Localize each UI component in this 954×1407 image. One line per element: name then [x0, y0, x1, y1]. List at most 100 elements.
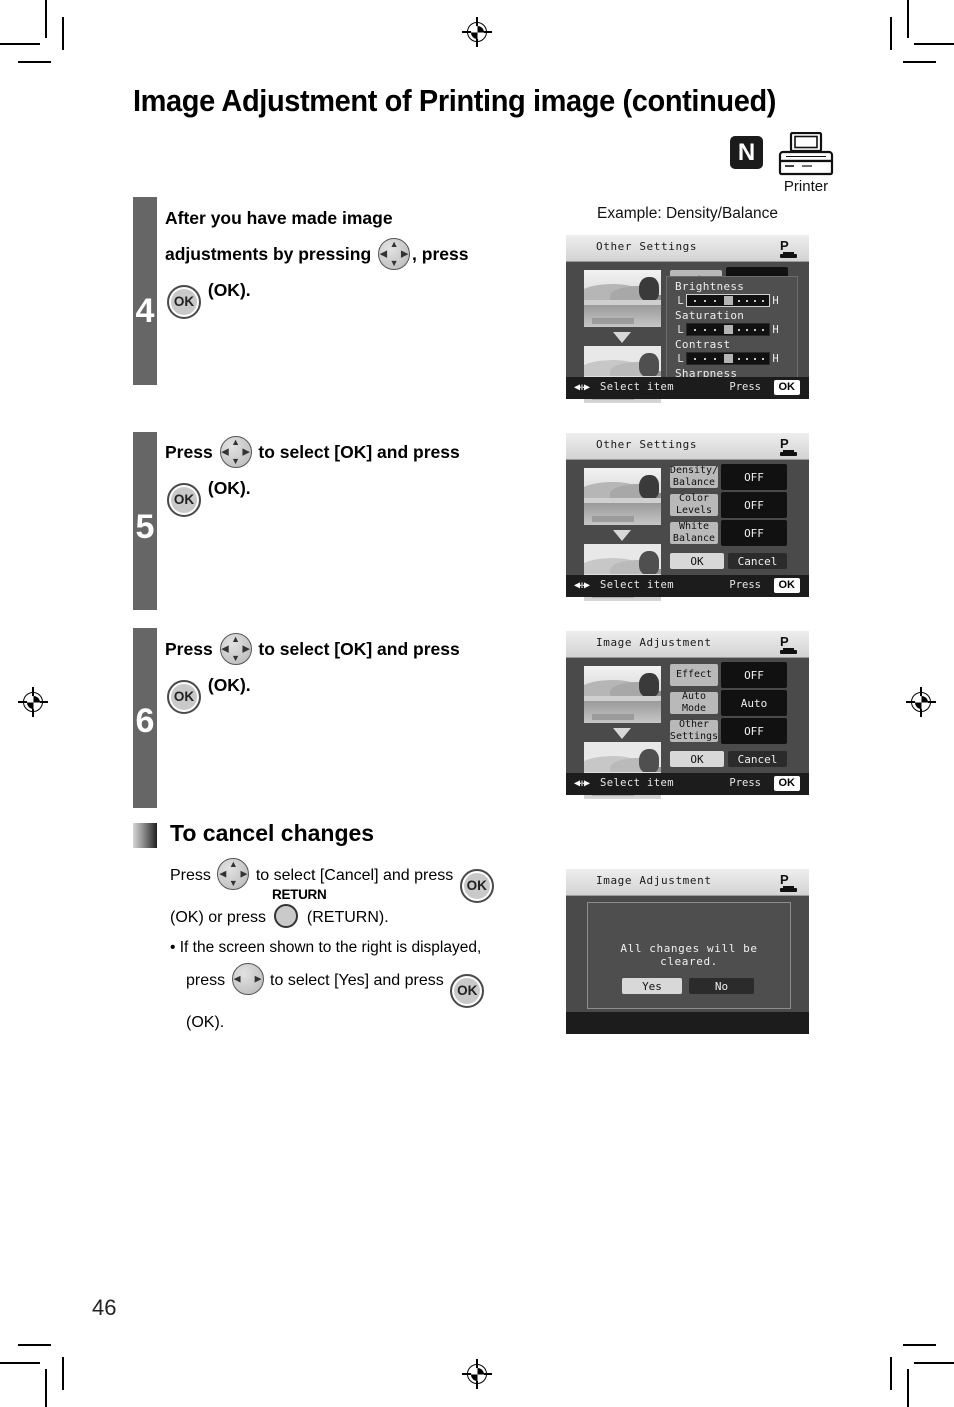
option-label-effect[interactable]: Effect — [670, 664, 718, 686]
slider-track-saturation[interactable] — [686, 323, 770, 336]
step5-line2: OK (OK). — [165, 470, 545, 517]
printer-status-icon: P — [780, 239, 797, 258]
lcd-screen-clear-confirm: Image Adjustment P All changes will be c… — [566, 869, 809, 1034]
left-right-pad-icon[interactable]: ◀ ▶ — [231, 963, 264, 995]
printer-status-icon: P — [780, 437, 797, 456]
printer-label: Printer — [783, 178, 829, 195]
option-value-density-balance[interactable]: OFF — [721, 464, 787, 490]
cancel-section-heading: To cancel changes — [170, 820, 375, 846]
lcd-title: Other Settings — [596, 240, 698, 253]
ok-button-icon[interactable]: OK — [167, 285, 201, 319]
page-title: Image Adjustment of Printing image (cont… — [133, 84, 777, 118]
four-way-pad-icon[interactable]: ▲ ▼ ◀ ▶ — [378, 238, 411, 270]
cancel-line-4: (OK). — [186, 1014, 225, 1031]
slider-low-label: L — [677, 294, 684, 307]
ok-button-icon[interactable]: OK — [167, 680, 201, 714]
cancel-line3-tail: to select [Yes] and press — [270, 972, 444, 989]
step-number-6: 6 — [135, 702, 155, 740]
cancel-section-body: Press ▲ ▼ ◀ ▶ to select [Cancel] and press … — [170, 858, 570, 1038]
page-number: 46 — [92, 1295, 117, 1320]
option-label-auto-mode[interactable]: Auto Mode — [670, 691, 718, 714]
option-label-other-settings[interactable]: Other Settings — [670, 719, 718, 742]
confirm-message: All changes will be cleared. — [620, 942, 758, 968]
option-value-effect[interactable]: OFF — [721, 662, 787, 688]
cancel-line-3: press ◀ ▶ to select [Yes] and press OK — [170, 963, 570, 1008]
preview-thumbnail-before — [584, 270, 661, 327]
printer-status-icon: P — [780, 873, 797, 892]
lcd-hint-select: Select item — [600, 381, 674, 393]
step6-line2-tail: (OK). — [203, 675, 251, 695]
option-value-text: OFF — [744, 470, 764, 484]
slider-high-label: H — [772, 352, 779, 365]
option-value-auto-mode[interactable]: Auto — [721, 690, 787, 716]
slider-name-saturation: Saturation — [675, 309, 745, 322]
lcd-titlebar: Image Adjustment P — [566, 869, 809, 896]
step6-line2: OK (OK). — [165, 667, 545, 714]
preview-thumbnail-before — [584, 468, 661, 525]
step5-line1: Press ▲ ▼ ◀ ▶ to select [OK] and press — [165, 434, 545, 470]
return-button-icon[interactable] — [274, 904, 299, 928]
step5-line2-tail: (OK). — [203, 478, 251, 498]
lcd-title: Other Settings — [596, 438, 698, 451]
slider-track-brightness[interactable] — [686, 294, 770, 307]
option-value-text: OFF — [744, 498, 764, 512]
option-label-white-balance[interactable]: White Balance — [670, 521, 718, 544]
slider-name-contrast: Contrast — [675, 338, 731, 351]
slider-row-brightness[interactable]: L H — [675, 294, 791, 307]
four-way-pad-icon[interactable]: ▲ ▼ ◀ ▶ — [217, 858, 250, 890]
option-value-text: OFF — [744, 526, 764, 540]
four-way-pad-icon[interactable]: ▲ ▼ ◀ ▶ — [219, 436, 252, 468]
lcd-screen-other-settings-sliders: Other Settings P Density/ OFF — [566, 235, 809, 403]
confirm-dialog: All changes will be cleared. Yes No — [587, 902, 791, 1009]
slider-track-contrast[interactable] — [686, 352, 770, 365]
option-label-text: Auto Mode — [681, 691, 707, 714]
lcd-hint-press: Press — [729, 777, 761, 789]
step4-line2-text: adjustments by pressing — [165, 244, 372, 264]
ok-button-text: OK — [690, 752, 704, 766]
step4-line3: OK (OK). — [165, 272, 545, 319]
option-label-text: Effect — [675, 669, 713, 680]
cancel-line-2: (OK) or press (RETURN). — [170, 903, 570, 933]
option-value-other-settings[interactable]: OFF — [721, 718, 787, 744]
option-label-text: Density/ Balance — [669, 465, 719, 488]
ok-button[interactable]: OK — [670, 553, 724, 569]
step4-line1: After you have made image — [165, 208, 393, 228]
manual-page: Image Adjustment of Printing image (cont… — [0, 0, 954, 1407]
lcd-body: Density/ OFF Brightness L H — [566, 262, 809, 403]
option-value-text: OFF — [744, 724, 764, 738]
slider-row-contrast[interactable]: L H — [675, 352, 791, 365]
option-label-density-balance[interactable]: Density/ Balance — [669, 465, 719, 488]
lcd-hint-press: Press — [729, 381, 761, 393]
down-arrow-icon — [613, 530, 631, 541]
cancel-line-1: Press ▲ ▼ ◀ ▶ to select [Cancel] and press … — [170, 858, 570, 903]
step-bar-4 — [133, 197, 157, 385]
option-label-color-levels[interactable]: Color Levels — [670, 493, 718, 516]
cancel-button[interactable]: Cancel — [728, 553, 787, 569]
ok-button[interactable]: OK — [670, 751, 724, 767]
slider-low-label: L — [677, 352, 684, 365]
dpad-hint-icon: ◀✛▶ — [574, 778, 590, 789]
lcd-hint-press: Press — [729, 579, 761, 591]
slider-row-saturation[interactable]: L H — [675, 323, 791, 336]
lcd-titlebar: Other Settings P — [566, 235, 809, 262]
no-button[interactable]: No — [689, 978, 754, 994]
option-value-white-balance[interactable]: OFF — [721, 520, 787, 546]
cancel-line1-head: Press — [170, 867, 211, 884]
step5-line1-tail: to select [OK] and press — [253, 442, 460, 462]
option-value-color-levels[interactable]: OFF — [721, 492, 787, 518]
cancel-bullet: • If the screen shown to the right is di… — [170, 939, 482, 956]
lcd-hint-select: Select item — [600, 579, 674, 591]
ok-button-icon[interactable]: OK — [459, 869, 494, 903]
ok-button-icon[interactable]: OK — [167, 483, 201, 517]
down-arrow-icon — [613, 332, 631, 343]
cancel-button[interactable]: Cancel — [728, 751, 787, 767]
slider-popup: Brightness L H Saturation L H Contrast L… — [666, 276, 798, 394]
ok-button-icon[interactable]: OK — [450, 974, 485, 1008]
example-caption: Example: Density/Balance — [597, 205, 778, 222]
lcd-title: Image Adjustment — [596, 636, 712, 649]
section-badge-n: N — [730, 136, 763, 169]
yes-button[interactable]: Yes — [622, 978, 682, 994]
cancel-line2-tail: (RETURN). — [306, 909, 389, 926]
four-way-pad-icon[interactable]: ▲ ▼ ◀ ▶ — [219, 633, 252, 665]
step6-line1-head: Press — [165, 639, 213, 659]
